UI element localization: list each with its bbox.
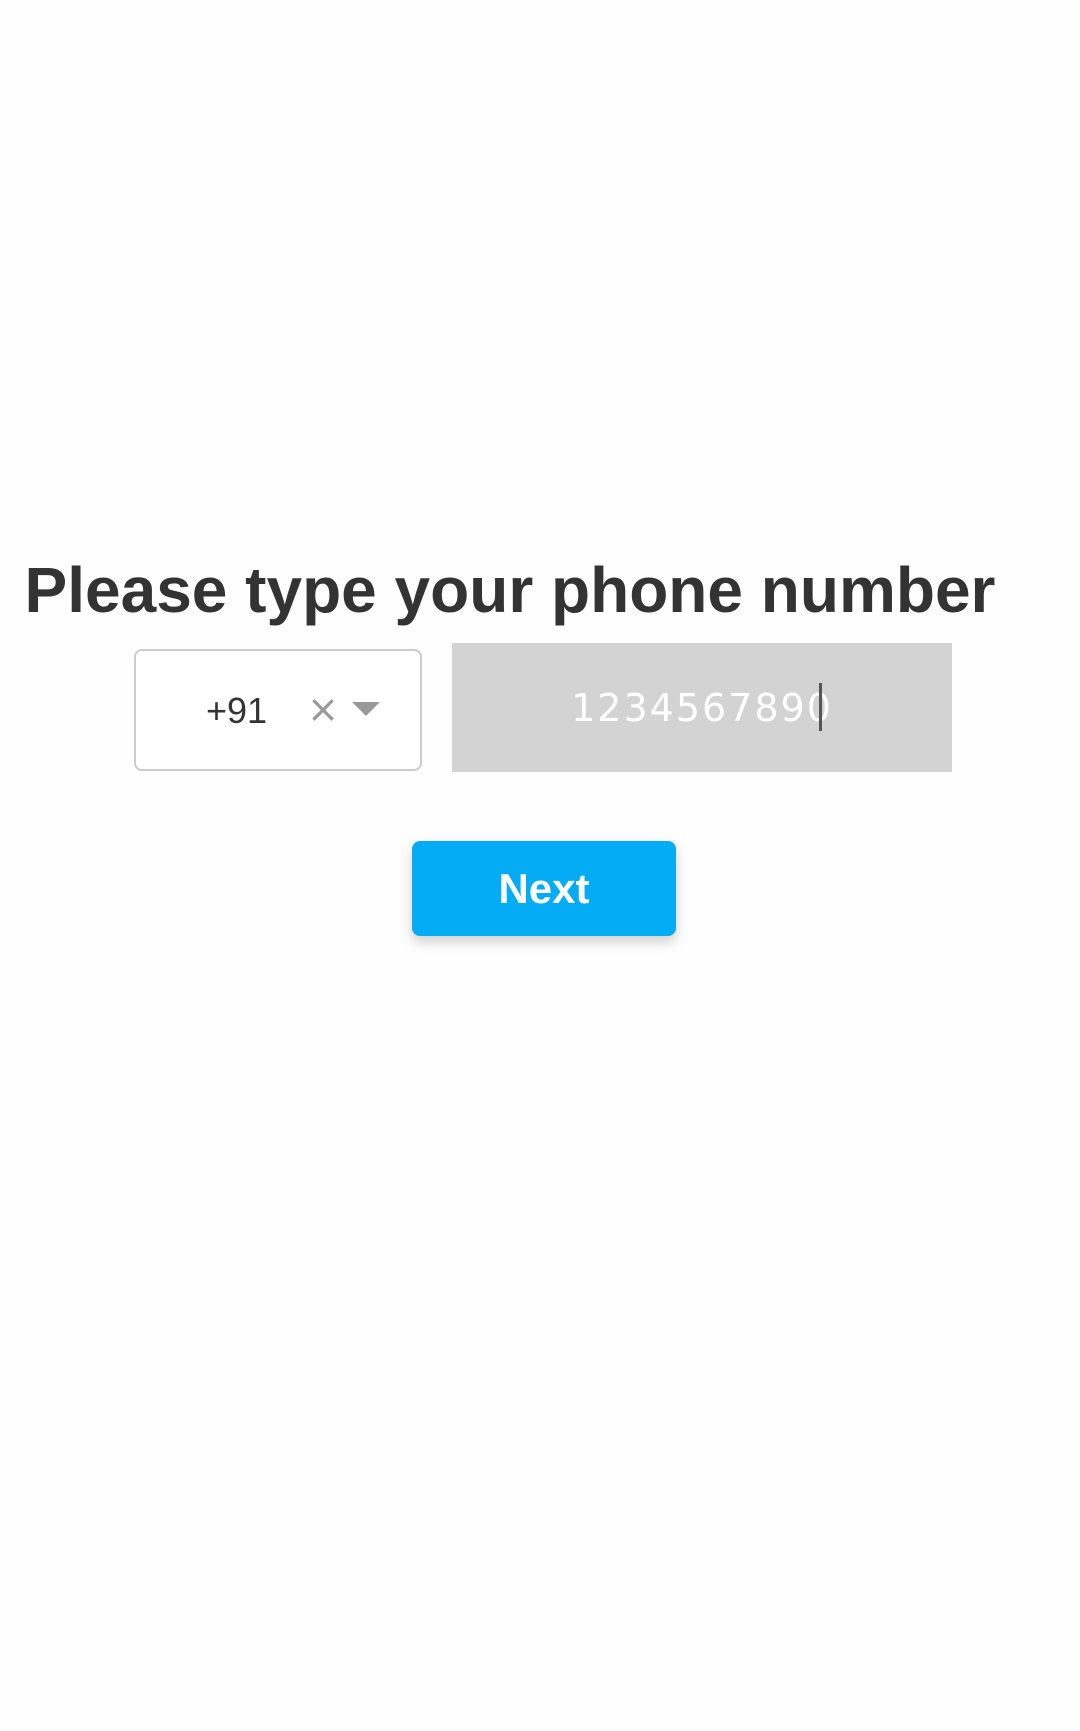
close-icon[interactable]: × [306, 687, 340, 731]
text-cursor [819, 683, 822, 731]
country-code-value: +91 [206, 690, 268, 731]
phone-number-field[interactable] [452, 643, 952, 772]
next-button[interactable]: Next [412, 841, 676, 936]
page-title: Please type your phone number [24, 554, 996, 626]
phone-number-input[interactable] [452, 643, 952, 772]
country-code-select[interactable]: +91 × [134, 649, 422, 771]
phone-entry-screen: { "title": "Please type your phone numbe… [0, 0, 1080, 1731]
chevron-down-icon[interactable] [352, 702, 380, 716]
